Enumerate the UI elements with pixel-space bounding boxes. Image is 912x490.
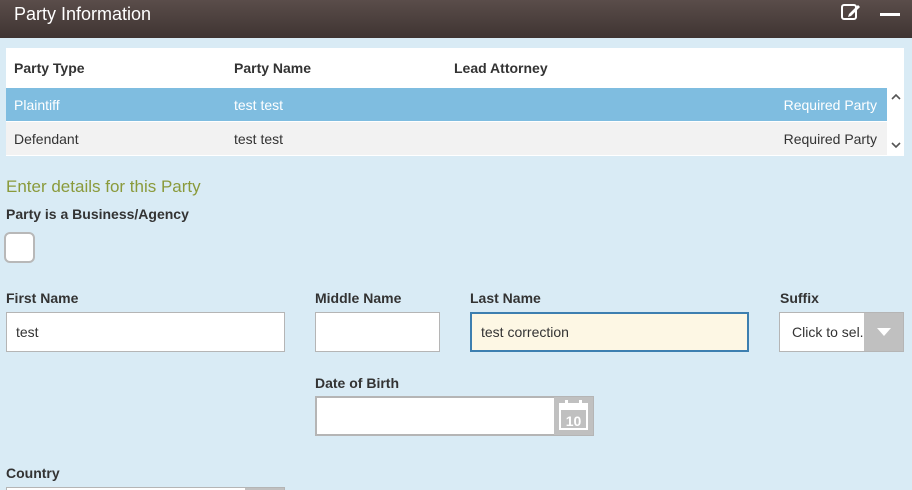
country-label: Country bbox=[6, 465, 60, 481]
scroll-down-icon[interactable] bbox=[890, 138, 902, 152]
chevron-down-icon bbox=[877, 328, 891, 336]
first-name-input[interactable] bbox=[6, 312, 285, 352]
party-type-cell: Defendant bbox=[14, 131, 79, 147]
edit-icon[interactable] bbox=[841, 3, 861, 21]
section-title: Enter details for this Party bbox=[6, 177, 201, 196]
panel-title: Party Information bbox=[14, 4, 152, 24]
calendar-button[interactable]: 10 bbox=[554, 397, 593, 435]
minimize-icon[interactable] bbox=[880, 13, 900, 16]
middle-name-input[interactable] bbox=[315, 312, 440, 352]
required-party-label: Required Party bbox=[783, 131, 877, 147]
table-row-plaintiff[interactable]: Plaintiff test test Required Party bbox=[6, 88, 887, 121]
table-row-defendant[interactable]: Defendant test test Required Party bbox=[6, 122, 887, 155]
suffix-select-value: Click to sel... bbox=[792, 324, 864, 340]
business-agency-checkbox[interactable] bbox=[4, 232, 35, 263]
party-type-cell: Plaintiff bbox=[14, 97, 60, 113]
dob-input[interactable] bbox=[315, 396, 594, 436]
business-agency-label: Party is a Business/Agency bbox=[6, 206, 189, 222]
calendar-day-text: 10 bbox=[566, 413, 582, 429]
last-name-label: Last Name bbox=[470, 290, 541, 306]
panel-header: Party Information bbox=[0, 0, 912, 38]
first-name-label: First Name bbox=[6, 290, 79, 306]
party-table: Party Type Party Name Lead Attorney Plai… bbox=[6, 48, 904, 156]
suffix-select[interactable]: Click to sel... bbox=[779, 312, 904, 352]
dob-label: Date of Birth bbox=[315, 375, 399, 391]
middle-name-label: Middle Name bbox=[315, 290, 402, 306]
party-name-cell: test test bbox=[234, 97, 284, 113]
column-header-party-type: Party Type bbox=[14, 60, 85, 76]
last-name-input[interactable] bbox=[470, 312, 749, 352]
required-party-label: Required Party bbox=[783, 97, 877, 113]
party-name-cell: test test bbox=[234, 131, 284, 147]
suffix-label: Suffix bbox=[780, 290, 819, 306]
calendar-icon: 10 bbox=[559, 400, 588, 430]
column-header-lead-attorney: Lead Attorney bbox=[454, 60, 548, 76]
column-header-party-name: Party Name bbox=[234, 60, 312, 76]
scroll-up-icon[interactable] bbox=[890, 90, 902, 104]
suffix-dropdown-button[interactable] bbox=[864, 313, 903, 351]
